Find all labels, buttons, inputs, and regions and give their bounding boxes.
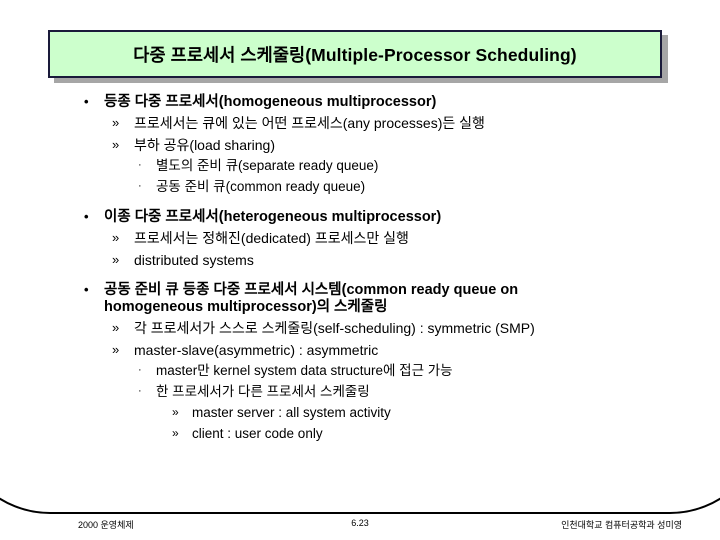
outline-text: 공동 준비 큐(common ready queue) (156, 179, 366, 195)
bullet-dot-icon: • (84, 94, 89, 109)
bullet-chevron-icon: » (112, 251, 120, 267)
footer-author-label: 인천대학교 컴퓨터공학과 성미영 (561, 520, 682, 530)
slide: 다중 프로세서 스케줄링(Multiple-Processor Scheduli… (0, 0, 720, 540)
bullet-chevron-icon: » (112, 230, 120, 246)
bullet-chevron-icon: » (112, 115, 120, 131)
outline-text: 공동 준비 큐 등종 다중 프로세서 시스템(common ready queu… (104, 282, 519, 316)
outline-text: 별도의 준비 큐(separate ready queue) (156, 158, 379, 174)
bullet-middot-icon: · (138, 180, 142, 193)
bullet-chevron-icon: » (172, 426, 179, 441)
footer-divider (76, 512, 644, 513)
outline-item-level2: » 프로세서는 큐에 있는 어떤 프로세스(any processes)든 실행 (0, 115, 720, 132)
outline-item-level3: · 한 프로세서가 다른 프로세서 스케줄링 (0, 384, 720, 400)
bullet-dot-icon: • (84, 282, 89, 298)
outline-text: 한 프로세서가 다른 프로세서 스케줄링 (156, 384, 370, 400)
bullet-chevron-icon: » (112, 320, 120, 336)
footer: 2000 운영체제 6.23 인천대학교 컴퓨터공학과 성미영 (0, 516, 720, 536)
outline-item-level2: » distributed systems (0, 252, 720, 269)
outline-item-level1: • 등종 다중 프로세서(homogeneous multiprocessor) (0, 94, 720, 111)
outline-item-level3: · 공동 준비 큐(common ready queue) (0, 179, 720, 195)
outline-item-level2: » 각 프로세서가 스스로 스케줄링(self-scheduling) : sy… (0, 320, 720, 337)
outline-item-level2: » 프로세서는 정해진(dedicated) 프로세스만 실행 (0, 230, 720, 247)
bullet-chevron-icon: » (112, 341, 120, 357)
outline-text: master server : all system activity (192, 405, 391, 421)
bullet-middot-icon: · (138, 385, 142, 398)
title-box: 다중 프로세서 스케줄링(Multiple-Processor Scheduli… (48, 30, 662, 78)
outline-item-level3: · master만 kernel system data structure에 … (0, 363, 720, 379)
outline-text: master만 kernel system data structure에 접근… (156, 363, 453, 379)
bullet-chevron-icon: » (112, 136, 120, 152)
outline-item-level2: » master-slave(asymmetric) : asymmetric (0, 342, 720, 359)
outline-item-level3: · 별도의 준비 큐(separate ready queue) (0, 158, 720, 174)
outline-text: 이종 다중 프로세서(heterogeneous multiprocessor) (104, 209, 442, 226)
outline-text: 각 프로세서가 스스로 스케줄링(self-scheduling) : symm… (134, 320, 535, 337)
outline-text: distributed systems (134, 251, 254, 268)
outline-text: client : user code only (192, 426, 323, 442)
outline-text: 프로세서는 정해진(dedicated) 프로세스만 실행 (134, 230, 409, 247)
bullet-middot-icon: · (138, 159, 142, 172)
outline-item-level4: » master server : all system activity (0, 405, 720, 421)
outline-item-level2: » 부하 공유(load sharing) (0, 137, 720, 154)
bullet-chevron-icon: » (172, 405, 179, 420)
outline-text: 부하 공유(load sharing) (134, 136, 276, 153)
bullet-dot-icon: • (84, 209, 89, 225)
outline-item-level4: » client : user code only (0, 426, 720, 442)
outline-item-level1: • 이종 다중 프로세서(heterogeneous multiprocesso… (0, 209, 720, 226)
page-title: 다중 프로세서 스케줄링(Multiple-Processor Scheduli… (133, 44, 577, 65)
outline-item-level1: • 공동 준비 큐 등종 다중 프로세서 시스템(common ready qu… (0, 282, 720, 316)
outline-text: 프로세서는 큐에 있는 어떤 프로세스(any processes)든 실행 (134, 115, 485, 132)
slide-body: • 등종 다중 프로세서(homogeneous multiprocessor)… (0, 94, 720, 442)
outline-text: 등종 다중 프로세서(homogeneous multiprocessor) (104, 94, 437, 110)
outline-text: master-slave(asymmetric) : asymmetric (134, 341, 379, 358)
bullet-middot-icon: · (138, 364, 142, 377)
